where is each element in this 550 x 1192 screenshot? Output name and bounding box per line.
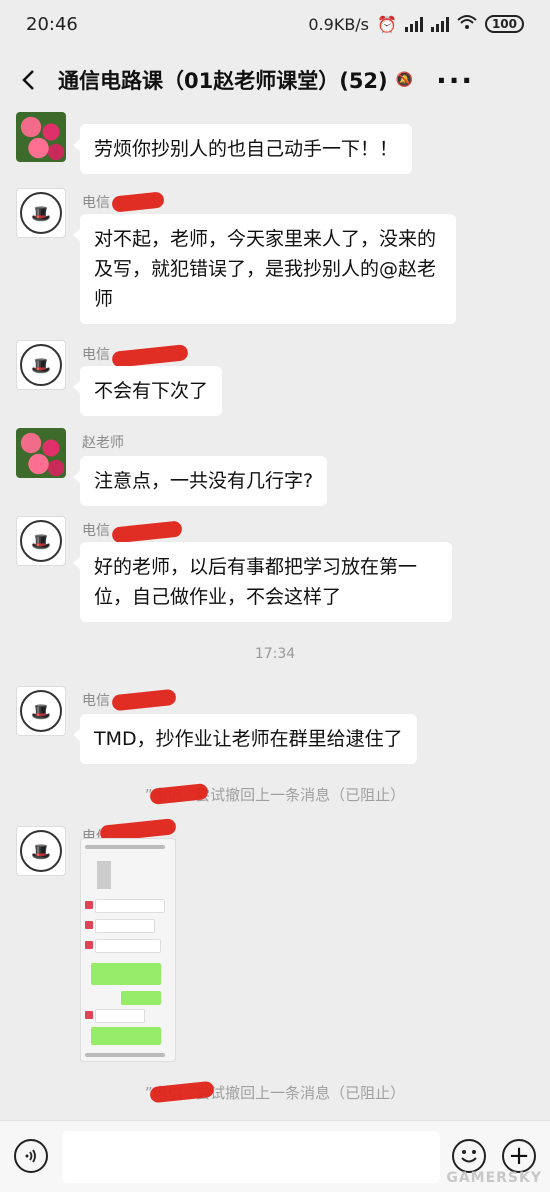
badge-emblem-icon: 🎩 xyxy=(20,690,62,732)
chat-messages[interactable]: 劳烦你抄别人的也自己动手一下！！ 🎩 电信 对不起，老师，今天家里来人了，没来的… xyxy=(0,104,550,1120)
emoji-icon[interactable] xyxy=(452,1139,486,1173)
avatar[interactable]: 🎩 xyxy=(16,686,66,736)
redaction-mark xyxy=(111,191,165,213)
message-input[interactable] xyxy=(62,1131,440,1183)
status-time: 20:46 xyxy=(26,13,78,35)
message-bubble[interactable]: 注意点，一共没有几行字? xyxy=(72,456,328,506)
screenshot-image-message[interactable] xyxy=(80,838,176,1062)
avatar[interactable]: 🎩 xyxy=(16,826,66,876)
network-speed: 0.9KB/s xyxy=(308,14,370,34)
badge-emblem-icon: 🎩 xyxy=(20,520,62,562)
avatar[interactable] xyxy=(16,428,66,478)
sender-name: 电信 xyxy=(82,195,110,211)
wifi-icon xyxy=(457,14,477,34)
watermark: GAMERSKY xyxy=(446,1170,542,1186)
status-icons: 0.9KB/s ⏰ 100 xyxy=(308,14,524,34)
redaction-mark xyxy=(111,520,183,544)
message-timestamp: 17:34 xyxy=(254,646,296,662)
signal-icon-2 xyxy=(430,16,449,32)
sender-name: 电信 xyxy=(82,693,110,709)
message-bubble[interactable]: 不会有下次了 xyxy=(72,366,223,416)
badge-emblem-icon: 🎩 xyxy=(20,344,62,386)
redaction-mark xyxy=(111,688,177,712)
add-plus-icon[interactable]: + xyxy=(502,1139,536,1173)
avatar[interactable]: 🎩 xyxy=(16,340,66,390)
badge-emblem-icon: 🎩 xyxy=(20,192,62,234)
badge-emblem-icon: 🎩 xyxy=(20,830,62,872)
avatar[interactable]: 🎩 xyxy=(16,188,66,238)
avatar[interactable] xyxy=(16,112,66,162)
message-bubble[interactable]: 对不起，老师，今天家里来人了，没来的及写，就犯错误了，是我抄别人的@赵老师 xyxy=(73,214,456,324)
message-bubble[interactable]: 好的老师，以后有事都把学习放在第一位，自己做作业，不会这样了 xyxy=(73,542,452,622)
chat-title: 通信电路课（01赵老师课堂）(52) xyxy=(58,69,388,93)
sender-name: 电信 xyxy=(82,347,110,363)
signal-icon xyxy=(404,16,423,32)
recall-notice: ”电信 ”尝试撤回上一条消息（已阻止） xyxy=(144,786,406,804)
sender-name: 电信 xyxy=(82,523,110,539)
sender-name: 赵老师 xyxy=(82,435,124,451)
message-bubble[interactable]: TMD，抄作业让老师在群里给逮住了 xyxy=(73,714,417,764)
chat-header: 通信电路课（01赵老师课堂）(52) 🔕 ··· xyxy=(0,52,550,108)
recall-notice: ”电信 ”尝试撤回上一条消息（已阻止） xyxy=(144,1084,406,1102)
avatar[interactable]: 🎩 xyxy=(16,516,66,566)
voice-input-icon[interactable] xyxy=(14,1139,48,1173)
redaction-mark xyxy=(111,344,189,368)
alarm-icon: ⏰ xyxy=(377,14,397,34)
battery-icon: 100 xyxy=(484,15,524,33)
message-bubble[interactable]: 劳烦你抄别人的也自己动手一下！！ xyxy=(72,124,413,174)
back-arrow-icon[interactable] xyxy=(16,68,40,92)
mute-bell-icon: 🔕 xyxy=(395,72,414,88)
status-bar: 20:46 0.9KB/s ⏰ 100 xyxy=(0,0,550,48)
more-options-icon[interactable]: ··· xyxy=(436,64,474,97)
input-bar: + GAMERSKY xyxy=(0,1120,550,1192)
